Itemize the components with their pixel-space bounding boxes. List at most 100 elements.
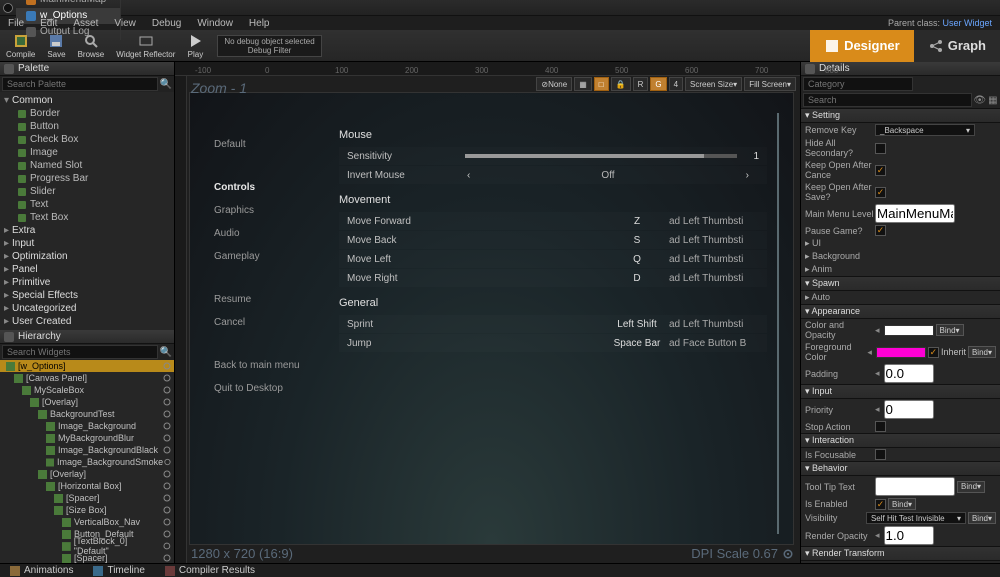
details-group[interactable]: ▾ Spawn xyxy=(801,276,1000,291)
palette-category[interactable]: ▾Common xyxy=(0,94,174,107)
key-binding[interactable]: Space Bar xyxy=(613,338,661,349)
option-row[interactable]: Move LeftQad Left Thumbsti xyxy=(339,250,767,268)
palette-item[interactable]: Named Slot xyxy=(0,159,174,172)
expand-row[interactable]: ▸ Background xyxy=(805,251,860,262)
matrix-icon[interactable]: ▦ xyxy=(988,94,998,106)
hierarchy-search-input[interactable] xyxy=(2,345,158,359)
options-nav-item[interactable]: Default xyxy=(214,133,327,156)
bind-button[interactable]: Bind▾ xyxy=(936,324,964,336)
menu-item[interactable]: View xyxy=(106,18,144,29)
text-field[interactable] xyxy=(875,477,955,496)
alt-binding[interactable]: ad Left Thumbsti xyxy=(669,216,759,227)
options-nav-item[interactable]: Controls xyxy=(214,176,327,199)
checkbox[interactable]: ✓ xyxy=(875,165,886,176)
visibility-icon[interactable] xyxy=(162,469,172,479)
compiler-results-tab[interactable]: Compiler Results xyxy=(155,565,265,576)
visibility-icon[interactable] xyxy=(162,421,172,431)
visibility-icon[interactable] xyxy=(162,397,172,407)
visibility-icon[interactable] xyxy=(162,373,172,383)
key-binding[interactable]: D xyxy=(613,273,661,284)
filter-icon[interactable]: 👁 xyxy=(974,94,986,106)
slider[interactable] xyxy=(465,154,737,158)
palette-category[interactable]: ▸Optimization xyxy=(0,250,174,263)
alt-binding[interactable]: ad Left Thumbsti xyxy=(669,254,759,265)
visibility-icon[interactable] xyxy=(162,529,172,539)
details-body[interactable]: ▾ SettingRemove Key_Backspace▾Hide All S… xyxy=(801,108,1000,563)
details-search-input[interactable] xyxy=(803,93,972,107)
palette-category[interactable]: ▸Primitive xyxy=(0,276,174,289)
visibility-icon[interactable] xyxy=(162,553,172,563)
play-button[interactable]: Play xyxy=(181,30,209,62)
visibility-icon[interactable] xyxy=(162,493,172,503)
palette-item[interactable]: Image xyxy=(0,146,174,159)
details-group[interactable]: ▾ Render Transform xyxy=(801,546,1000,561)
key-binding[interactable]: S xyxy=(613,235,661,246)
hierarchy-row[interactable]: Image_BackgroundSmoke xyxy=(0,456,174,468)
options-nav-item[interactable]: Cancel xyxy=(214,311,327,334)
menu-item[interactable]: File xyxy=(0,18,32,29)
hierarchy-row[interactable]: [Overlay] xyxy=(0,396,174,408)
hierarchy-row[interactable]: [Horizontal Box] xyxy=(0,480,174,492)
visibility-icon[interactable] xyxy=(162,385,172,395)
designer-viewport[interactable]: -1000100200300400500600700800 Zoom - 1 ⊘… xyxy=(175,62,800,563)
options-nav-item[interactable]: Quit to Desktop xyxy=(214,377,327,400)
text-field[interactable] xyxy=(875,204,955,223)
palette-category[interactable]: ▸Input xyxy=(0,237,174,250)
palette-category[interactable]: ▸User Created xyxy=(0,315,174,328)
num-toggle[interactable]: 4 xyxy=(669,77,683,91)
key-binding[interactable]: Q xyxy=(613,254,661,265)
animations-tab[interactable]: Animations xyxy=(0,565,83,576)
details-group[interactable]: ▾ Interaction xyxy=(801,433,1000,448)
grid-toggle[interactable]: ▦ xyxy=(574,77,592,91)
option-row[interactable]: Sensitivity1 xyxy=(339,147,767,165)
visibility-icon[interactable] xyxy=(162,445,172,455)
palette-item[interactable]: Button xyxy=(0,120,174,133)
options-nav-item[interactable]: Graphics xyxy=(214,199,327,222)
options-nav-item[interactable]: Resume xyxy=(214,288,327,311)
key-binding[interactable]: Z xyxy=(613,216,661,227)
number-field[interactable] xyxy=(884,364,934,383)
palette-item[interactable]: Text xyxy=(0,198,174,211)
save-button[interactable]: Save xyxy=(41,30,71,62)
editor-tab[interactable]: MainMenuMap xyxy=(16,0,121,8)
details-group[interactable]: ▾ Behavior xyxy=(801,461,1000,476)
expand-row[interactable]: ▸ UI xyxy=(805,238,821,249)
visibility-icon[interactable] xyxy=(162,409,172,419)
visibility-icon[interactable] xyxy=(162,481,172,491)
g-toggle[interactable]: G xyxy=(650,77,666,91)
option-row[interactable]: Move RightDad Left Thumbsti xyxy=(339,269,767,287)
hierarchy-row[interactable]: MyBackgroundBlur xyxy=(0,432,174,444)
menu-item[interactable]: Asset xyxy=(65,18,106,29)
hierarchy-row[interactable]: Image_Background xyxy=(0,420,174,432)
checkbox[interactable]: ✓ xyxy=(875,187,886,198)
compile-button[interactable]: Compile xyxy=(0,30,41,62)
palette-tree[interactable]: ▾CommonBorderButtonCheck BoxImageNamed S… xyxy=(0,92,174,330)
palette-category[interactable]: ▸Special Effects xyxy=(0,289,174,302)
visibility-icon[interactable] xyxy=(162,361,172,371)
hierarchy-row[interactable]: BackgroundTest xyxy=(0,408,174,420)
menu-item[interactable]: Edit xyxy=(32,18,65,29)
chevron-left-icon[interactable]: ‹ xyxy=(467,170,470,181)
color-swatch[interactable] xyxy=(876,347,926,358)
checkbox[interactable] xyxy=(875,143,886,154)
hierarchy-row[interactable]: [Size Box] xyxy=(0,504,174,516)
option-row[interactable]: Move ForwardZad Left Thumbsti xyxy=(339,212,767,230)
palette-item[interactable]: Text Box xyxy=(0,211,174,224)
menu-item[interactable]: Help xyxy=(241,18,278,29)
expand-row[interactable]: ▸ Anim xyxy=(805,264,832,275)
gear-icon[interactable] xyxy=(782,548,794,560)
bind-button[interactable]: Bind▾ xyxy=(957,481,985,493)
details-group[interactable]: ▾ Appearance xyxy=(801,304,1000,319)
chevron-right-icon[interactable]: › xyxy=(746,170,749,181)
designer-mode-button[interactable]: Designer xyxy=(810,30,914,62)
bind-button[interactable]: Bind▾ xyxy=(968,346,996,358)
browse-button[interactable]: Browse xyxy=(72,30,111,62)
palette-item[interactable]: Check Box xyxy=(0,133,174,146)
visibility-icon[interactable] xyxy=(162,505,172,515)
hierarchy-row[interactable]: [Canvas Panel] xyxy=(0,372,174,384)
palette-item[interactable]: Border xyxy=(0,107,174,120)
options-nav-item[interactable]: Audio xyxy=(214,222,327,245)
details-group[interactable]: ▾ Setting xyxy=(801,108,1000,123)
visibility-icon[interactable] xyxy=(162,433,172,443)
option-row[interactable]: Invert Mouse‹Off› xyxy=(339,166,767,184)
